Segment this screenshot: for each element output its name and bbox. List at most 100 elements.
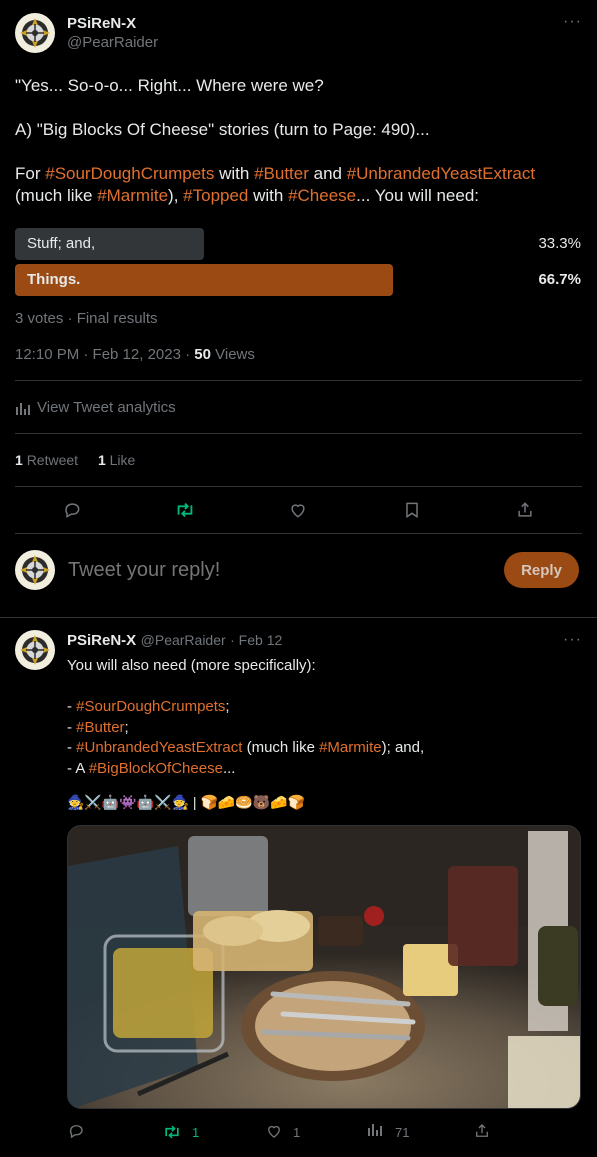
text-segment: You will also need (more specifically): — [67, 657, 316, 674]
text-segment: "Yes... So-o-o... Right... Where were we… — [15, 76, 324, 95]
text-line: You will also need (more specifically): — [67, 656, 582, 677]
share-icon[interactable] — [473, 1122, 491, 1140]
more-options-icon[interactable]: ··· — [563, 13, 582, 31]
hashtag-link[interactable]: #Cheese — [288, 186, 356, 205]
author-block[interactable]: PSiReN-X @PearRaider — [67, 15, 158, 51]
author-name[interactable]: PSiReN-X — [67, 15, 158, 32]
share-icon[interactable] — [509, 494, 541, 526]
views-icon[interactable] — [367, 1122, 383, 1136]
text-segment: - — [67, 718, 77, 736]
poll-option-label: Things. — [27, 271, 81, 288]
emoji-line: 🧙⚔️🤖👾🤖⚔️🧙 | 🍞🧀🥯🐻🧀🍞 — [67, 794, 306, 810]
text-line — [67, 677, 582, 698]
text-segment: ; — [225, 698, 230, 715]
reply-views-count: 71 — [395, 1125, 410, 1140]
divider — [0, 617, 597, 618]
likes-label: Like — [109, 452, 136, 468]
attached-photo[interactable] — [67, 825, 581, 1109]
like-icon[interactable] — [265, 1122, 283, 1140]
text-segment: (much like — [242, 739, 320, 756]
reply-retweet-count: 1 — [192, 1125, 200, 1140]
timestamp-text[interactable]: 12:10 PM · Feb 12, 2023 · — [15, 346, 194, 363]
composer-avatar — [15, 550, 55, 590]
retweets-label: Retweet — [26, 452, 79, 468]
tweet-action-bar — [15, 494, 582, 526]
text-segment: (much like — [15, 186, 98, 205]
reply-header: PSiReN-X @PearRaider · Feb 12 — [67, 632, 282, 650]
like-stat[interactable]: 1 Like — [98, 452, 135, 468]
text-segment: ); and, — [381, 739, 425, 756]
text-segment: For — [15, 164, 46, 183]
text-segment: A) "Big Blocks Of Cheese" stories (turn … — [15, 120, 430, 139]
text-line — [15, 140, 585, 162]
analytics-label[interactable]: View Tweet analytics — [37, 399, 176, 416]
kitchen-photo-image — [68, 826, 580, 1108]
reply-like-count: 1 — [293, 1125, 301, 1140]
engagement-stats: 1 Retweet 1 Like — [15, 452, 135, 468]
text-segment: with — [248, 186, 289, 205]
hashtag-link[interactable]: #SourDoughCrumpets — [45, 164, 214, 183]
retweet-stat[interactable]: 1 Retweet — [15, 452, 78, 468]
avatar-crosshair-icon — [16, 14, 54, 52]
author-avatar[interactable] — [15, 13, 55, 53]
views-count: 50 — [194, 346, 211, 363]
analytics-link[interactable]: View Tweet analytics — [15, 399, 176, 416]
text-line: "Yes... So-o-o... Right... Where were we… — [15, 74, 585, 96]
reply-button[interactable]: Reply — [504, 552, 579, 588]
reply-author-avatar[interactable] — [15, 630, 55, 670]
avatar-crosshair-icon — [16, 631, 54, 669]
retweet-icon[interactable] — [169, 494, 201, 526]
hashtag-link[interactable]: #Butter — [76, 719, 124, 736]
retweets-count: 1 — [15, 452, 23, 468]
reply-text: You will also need (more specifically): -… — [67, 656, 582, 779]
hashtag-link[interactable]: #Butter — [254, 164, 309, 183]
likes-count: 1 — [97, 452, 106, 468]
views-label: Views — [210, 346, 255, 363]
hashtag-link[interactable]: #Marmite — [97, 186, 168, 205]
text-line — [15, 96, 585, 118]
hashtag-link[interactable]: #Marmite — [319, 739, 382, 756]
reply-date[interactable]: · Feb 12 — [230, 632, 282, 648]
text-line: - A #BigBlockOfCheese... — [67, 759, 582, 780]
divider — [15, 380, 582, 381]
divider — [15, 433, 582, 434]
poll-option-percent: 66.7% — [538, 271, 581, 288]
reply-author-name[interactable]: PSiReN-X — [67, 632, 136, 649]
reply-action-bar: 1 1 71 — [67, 1120, 582, 1144]
text-segment: - — [67, 698, 77, 715]
reply-icon[interactable] — [67, 1122, 85, 1140]
analytics-icon — [15, 401, 31, 415]
text-line: (much like #Marmite), #Topped with #Chee… — [15, 184, 585, 206]
reply-input[interactable] — [68, 556, 488, 584]
poll-summary: 3 votes · Final results — [15, 310, 158, 327]
reply-icon[interactable] — [56, 494, 88, 526]
text-segment: ... You will need: — [356, 186, 480, 205]
author-handle[interactable]: @PearRaider — [67, 34, 158, 51]
text-segment: and — [308, 164, 347, 183]
text-line: - #UnbrandedYeastExtract (much like #Mar… — [67, 738, 582, 759]
hashtag-link[interactable]: #BigBlockOfCheese — [89, 760, 223, 777]
retweet-icon[interactable] — [162, 1122, 182, 1142]
divider — [15, 533, 582, 534]
hashtag-link[interactable]: #UnbrandedYeastExtract — [347, 164, 535, 183]
tweet-timestamp[interactable]: 12:10 PM · Feb 12, 2023 · 50 Views — [15, 346, 255, 363]
text-line: - #SourDoughCrumpets; — [67, 697, 582, 718]
text-segment: with — [214, 164, 255, 183]
reply-author-handle[interactable]: @PearRaider — [141, 632, 226, 648]
text-line: For #SourDoughCrumpets with #Butter and … — [15, 162, 585, 184]
avatar-crosshair-icon — [16, 551, 54, 589]
text-segment: - A — [67, 759, 89, 777]
divider — [15, 486, 582, 487]
like-icon[interactable] — [282, 494, 314, 526]
hashtag-link[interactable]: #UnbrandedYeastExtract — [76, 739, 242, 756]
hashtag-link[interactable]: #SourDoughCrumpets — [76, 698, 225, 715]
bookmark-icon[interactable] — [396, 494, 428, 526]
text-line: - #Butter; — [67, 718, 582, 739]
poll-option-label: Stuff; and, — [27, 235, 96, 252]
poll-option-percent: 33.3% — [538, 235, 581, 252]
poll: Stuff; and, 33.3% Things. 66.7% — [15, 228, 585, 298]
text-segment: - — [67, 739, 77, 756]
text-segment: ; — [124, 718, 129, 736]
reply-more-options-icon[interactable]: ··· — [563, 631, 582, 649]
hashtag-link[interactable]: #Topped — [183, 186, 248, 205]
